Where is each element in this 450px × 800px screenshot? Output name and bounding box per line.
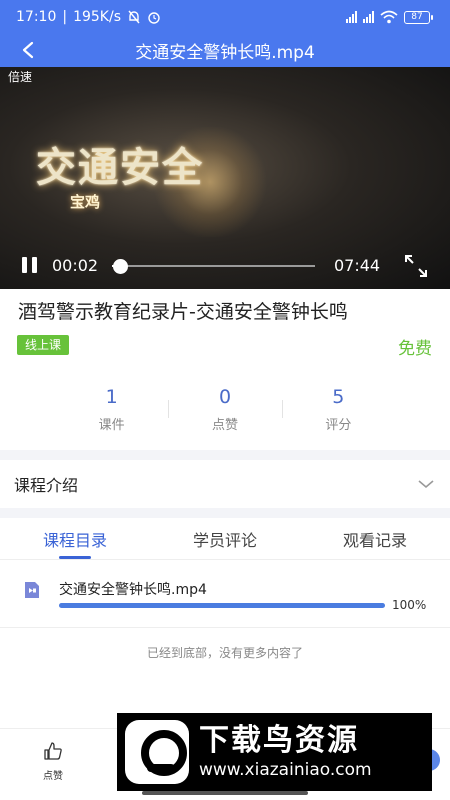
tab-course-catalog[interactable]: 课程目录 <box>0 518 150 559</box>
lesson-progress-percent: 100% <box>392 598 427 612</box>
course-type-badge: 线上课 <box>17 335 70 355</box>
video-frame-subtitle: 宝鸡 <box>70 193 101 211</box>
alarm-icon <box>148 12 160 24</box>
course-price: 免费 <box>398 339 432 359</box>
like-label: 点赞 <box>43 771 63 782</box>
back-button[interactable] <box>14 36 42 64</box>
course-intro-label: 课程介绍 <box>14 476 79 495</box>
watermark-url: www.xiazainiao.com <box>199 760 372 780</box>
playback-speed-button[interactable]: 倍速 <box>8 68 32 85</box>
lesson-item[interactable]: 交通安全警钟长鸣.mp4 100% <box>0 570 450 628</box>
video-frame-title: 交通安全 <box>36 144 204 191</box>
chevron-left-icon <box>22 41 34 59</box>
tab-watch-history[interactable]: 观看记录 <box>300 518 450 559</box>
stat-rating: 5 评分 <box>281 386 395 436</box>
video-controls: 00:02 07:44 <box>0 243 450 289</box>
end-of-list-note: 已经到底部，没有更多内容了 <box>146 646 303 660</box>
section-divider <box>0 450 450 460</box>
course-intro-toggle[interactable]: 课程介绍 <box>0 460 450 508</box>
stat-value: 5 <box>332 386 345 408</box>
status-bar: 17:10 | 195K/s 87 <box>0 0 450 34</box>
status-divider: | <box>62 9 68 25</box>
like-button[interactable]: 点赞 <box>38 741 68 782</box>
course-title: 酒驾警示教育纪录片-交通安全警钟长鸣 <box>18 301 348 323</box>
watermark-text: 下载鸟资源 <box>199 723 359 758</box>
video-player[interactable]: 倍速 交通安全 宝鸡 00:02 07:44 <box>0 67 450 289</box>
pause-button[interactable] <box>20 257 38 275</box>
stat-likes: 0 点赞 <box>168 386 281 436</box>
stat-value: 0 <box>218 386 232 408</box>
content-tabs: 课程目录 学员评论 观看记录 <box>0 518 450 560</box>
stat-courseware: 1 课件 <box>55 386 168 436</box>
mute-bell-icon <box>128 10 140 24</box>
lesson-progress-bar <box>59 603 385 608</box>
title-bar: 交通安全警钟长鸣.mp4 <box>0 34 450 67</box>
wifi-icon <box>380 10 398 24</box>
seek-handle[interactable] <box>113 259 129 274</box>
status-time: 17:10 <box>16 9 57 25</box>
thumbs-up-icon <box>44 742 62 760</box>
chevron-down-icon <box>418 480 434 489</box>
watermark-banner: 下载鸟资源 www.xiazainiao.com <box>117 713 432 791</box>
video-file-icon <box>25 582 39 598</box>
stat-value: 1 <box>105 386 118 408</box>
app-header: 17:10 | 195K/s 87 交通安全警钟长鸣.mp4 <box>0 0 450 67</box>
current-time: 00:02 <box>52 256 99 275</box>
signal-1-icon <box>346 11 357 23</box>
watermark-logo <box>125 720 189 784</box>
stat-label: 评分 <box>325 418 352 433</box>
home-indicator[interactable] <box>142 791 308 795</box>
battery-icon: 87 <box>404 10 433 24</box>
section-divider <box>0 508 450 518</box>
signal-2-icon <box>363 11 374 23</box>
page-title: 交通安全警钟长鸣.mp4 <box>135 43 315 63</box>
stat-label: 点赞 <box>211 418 238 433</box>
seek-bar[interactable] <box>112 265 315 267</box>
tab-student-comments[interactable]: 学员评论 <box>150 518 300 559</box>
lesson-progress-fill <box>59 603 385 608</box>
pause-icon <box>21 257 27 273</box>
course-stats: 1 课件 0 点赞 5 评分 <box>55 386 395 436</box>
status-net-speed: 195K/s <box>73 9 121 25</box>
lesson-name: 交通安全警钟长鸣.mp4 <box>59 582 207 598</box>
total-time: 07:44 <box>334 256 381 275</box>
stat-label: 课件 <box>98 418 125 433</box>
fullscreen-icon[interactable] <box>403 253 429 279</box>
